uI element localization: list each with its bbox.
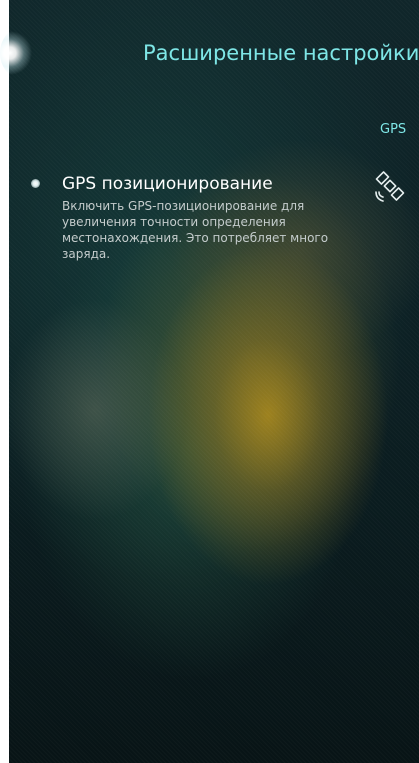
setting-bullet-icon: [31, 179, 40, 188]
setting-description: Включить GPS-позиционирование для увелич…: [62, 199, 329, 261]
setting-title: GPS позиционирование: [62, 174, 273, 194]
screen-left-edge: [0, 0, 9, 763]
satellite-icon: [373, 170, 407, 204]
back-gesture-indicator[interactable]: [0, 28, 40, 78]
section-label-gps[interactable]: GPS: [380, 122, 406, 137]
gps-positioning-setting[interactable]: GPS позиционирование Включить GPS-позици…: [25, 170, 419, 290]
page-title: Расширенные настройки: [143, 41, 419, 65]
settings-screen: Расширенные настройки GPS GPS позиционир…: [0, 0, 419, 763]
